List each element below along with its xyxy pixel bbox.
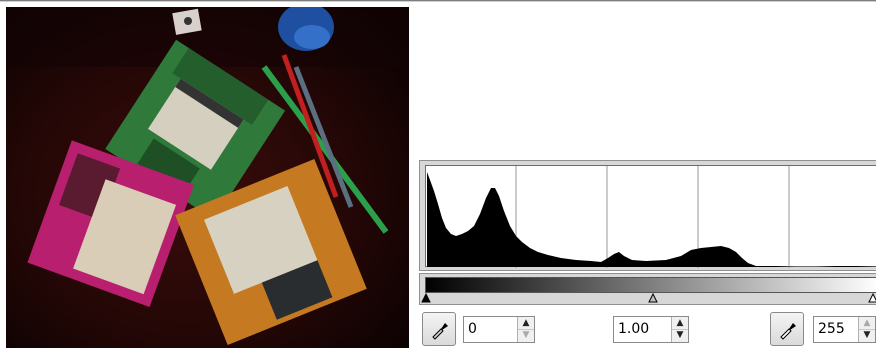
low-input-spinner[interactable]: 0 ▲ ▼ [463, 316, 535, 343]
gamma-handle[interactable] [648, 293, 658, 303]
histogram [425, 165, 876, 268]
gamma-input-value: 1.00 [618, 321, 650, 337]
gamma-input-arrows[interactable]: ▲ ▼ [671, 317, 688, 342]
low-level-handle[interactable] [421, 293, 431, 303]
top-divider-shadow [0, 1, 876, 2]
high-input-arrows[interactable]: ▲ ▼ [858, 317, 875, 342]
high-input-spinner[interactable]: 255 ▲ ▼ [813, 316, 876, 343]
increment-arrow[interactable]: ▲ [675, 318, 685, 329]
decrement-arrow[interactable]: ▼ [521, 330, 531, 341]
decrement-arrow[interactable]: ▼ [862, 330, 872, 341]
eyedropper-icon [432, 323, 448, 340]
pick-white-point-button[interactable] [770, 312, 804, 346]
decrement-arrow[interactable]: ▼ [675, 330, 685, 341]
high-input-value: 255 [818, 321, 845, 337]
low-input-arrows[interactable]: ▲ ▼ [517, 317, 534, 342]
eyedropper-icon [780, 323, 796, 340]
increment-arrow[interactable]: ▲ [862, 318, 872, 329]
pick-black-point-button[interactable] [422, 312, 456, 346]
gamma-input-spinner[interactable]: 1.00 ▲ ▼ [613, 316, 689, 343]
image-preview [6, 7, 409, 348]
high-level-handle[interactable] [868, 293, 876, 303]
preview-photo [6, 7, 409, 348]
input-levels-gradient [425, 277, 876, 293]
histogram-graph [427, 166, 876, 268]
low-input-value: 0 [468, 321, 477, 337]
increment-arrow[interactable]: ▲ [521, 318, 531, 329]
